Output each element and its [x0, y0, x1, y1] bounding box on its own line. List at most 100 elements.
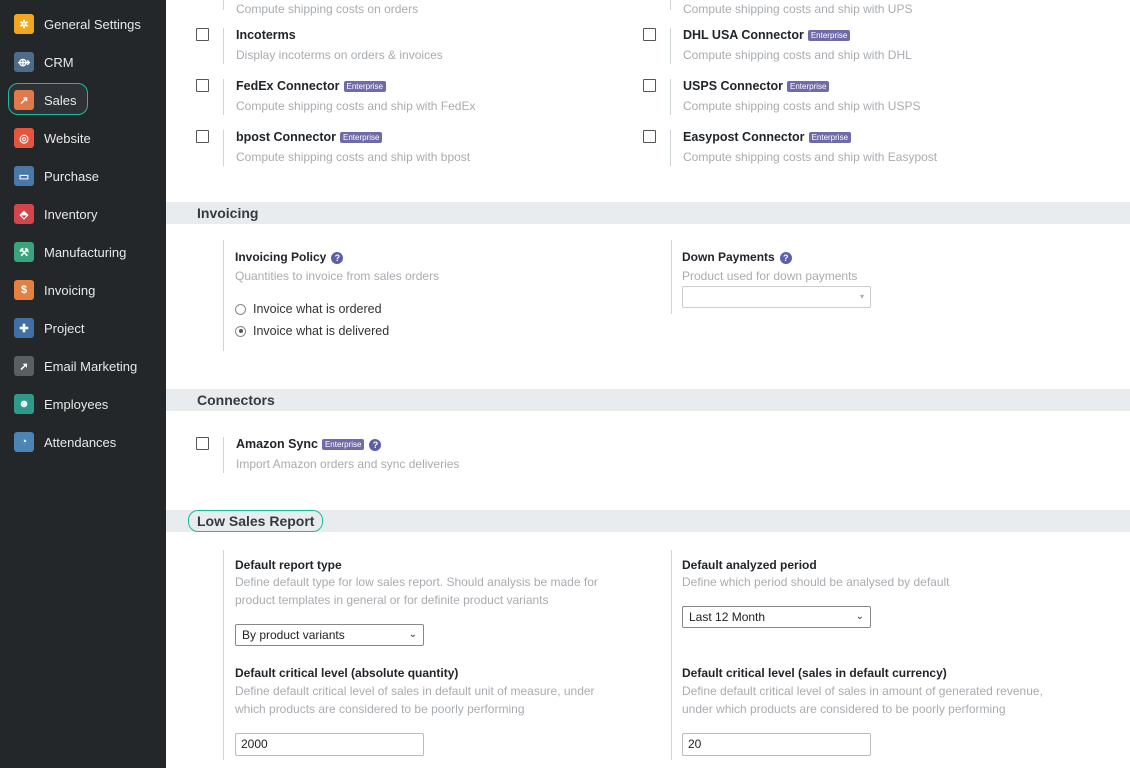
- sidebar-item-manufacturing[interactable]: ⚒ Manufacturing: [0, 234, 166, 270]
- caret-down-icon: ▾: [859, 292, 864, 301]
- enterprise-badge: Enterprise: [340, 132, 383, 143]
- critical-level-quantity-input[interactable]: 2000: [235, 733, 424, 756]
- help-icon[interactable]: ?: [779, 252, 792, 264]
- puzzle-icon: ✚: [14, 318, 34, 338]
- sidebar-item-project[interactable]: ✚ Project: [0, 310, 166, 346]
- sidebar-item-email-marketing[interactable]: ➚ Email Marketing: [0, 348, 166, 384]
- description-line: under which products are considered to b…: [682, 702, 1006, 716]
- box-icon: ⬘: [14, 204, 34, 224]
- critical-level-quantity-title: Default critical level (absolute quantit…: [235, 666, 459, 680]
- setting-divider: [671, 240, 672, 314]
- invoice-icon: $: [14, 280, 34, 300]
- users-icon: ☻: [14, 394, 34, 414]
- default-analyzed-period-select[interactable]: Last 12 Month ⌄: [682, 606, 871, 628]
- sidebar-item-purchase[interactable]: ▭ Purchase: [0, 158, 166, 194]
- critical-level-quantity-description: Define default critical level of sales i…: [235, 682, 595, 718]
- user-clock-icon: ◔: [14, 432, 34, 452]
- sidebar-item-inventory[interactable]: ⬘ Inventory: [0, 196, 166, 232]
- setting-description: Compute shipping costs and ship with USP…: [683, 99, 921, 113]
- sidebar-item-employees[interactable]: ☻ Employees: [0, 386, 166, 422]
- sidebar-item-website[interactable]: ◎ Website: [0, 120, 166, 156]
- select-value: By product variants: [242, 628, 345, 642]
- section-header-invoicing: Invoicing: [166, 202, 1130, 224]
- credit-card-icon: ▭: [14, 166, 34, 186]
- sidebar-item-label: Employees: [44, 396, 109, 412]
- bpost-checkbox[interactable]: [196, 130, 209, 143]
- easypost-checkbox[interactable]: [643, 130, 656, 143]
- sidebar-item-crm[interactable]: ⟴ CRM: [0, 44, 166, 80]
- setting-divider: [223, 79, 224, 115]
- radio-invoice-ordered[interactable]: Invoice what is ordered: [235, 302, 382, 316]
- enterprise-badge: Enterprise: [343, 81, 386, 92]
- description-line: Define default type for low sales report…: [235, 575, 598, 589]
- setting-divider: [671, 550, 672, 760]
- invoicing-policy-title: Invoicing Policy?: [235, 250, 344, 264]
- setting-divider: [223, 130, 224, 166]
- setting-title: FedEx Connector Enterprise: [236, 79, 386, 93]
- setting-title-text: Invoicing Policy: [235, 250, 327, 264]
- setting-description: Compute shipping costs and ship with DHL: [683, 48, 912, 62]
- sidebar-item-general-settings[interactable]: ✲ General Settings: [0, 6, 166, 42]
- section-title: Low Sales Report: [188, 510, 324, 532]
- critical-level-currency-description: Define default critical level of sales i…: [682, 682, 1043, 718]
- select-value: Last 12 Month: [689, 610, 766, 624]
- radio-invoice-delivered[interactable]: Invoice what is delivered: [235, 324, 389, 338]
- chart-line-icon: ↗: [14, 90, 34, 110]
- sidebar-item-sales[interactable]: ↗ Sales: [0, 82, 166, 118]
- setting-title: USPS Connector Enterprise: [683, 79, 830, 93]
- default-report-type-select[interactable]: By product variants ⌄: [235, 624, 424, 646]
- setting-title: Amazon Sync Enterprise?: [236, 437, 382, 451]
- section-title: Invoicing: [197, 205, 259, 221]
- section-header-low-sales-report: Low Sales Report: [166, 510, 1130, 532]
- apps-sidebar: ✲ General Settings ⟴ CRM ↗ Sales ◎ Websi…: [0, 0, 166, 768]
- setting-description: Display incoterms on orders & invoices: [236, 48, 443, 62]
- default-analyzed-period-description: Define which period should be analysed b…: [682, 575, 950, 589]
- setting-divider: [223, 0, 224, 10]
- dhl-checkbox[interactable]: [643, 28, 656, 41]
- setting-description: Compute shipping costs and ship with Fed…: [236, 99, 476, 113]
- description-line: Define default critical level of sales i…: [682, 684, 1043, 698]
- setting-title-text: bpost Connector: [236, 130, 336, 144]
- setting-title-text: FedEx Connector: [236, 79, 340, 93]
- setting-divider: [670, 130, 671, 166]
- description-line: product templates in general or for defi…: [235, 593, 549, 607]
- radio-button[interactable]: [235, 303, 246, 315]
- help-icon[interactable]: ?: [331, 252, 344, 264]
- enterprise-badge: Enterprise: [321, 439, 365, 450]
- sidebar-item-invoicing[interactable]: $ Invoicing: [0, 272, 166, 308]
- setting-divider: [670, 0, 671, 10]
- sidebar-item-attendances[interactable]: ◔ Attendances: [0, 424, 166, 460]
- critical-level-currency-input[interactable]: 20: [682, 733, 871, 756]
- enterprise-badge: Enterprise: [787, 81, 830, 92]
- default-analyzed-period-title: Default analyzed period: [682, 558, 817, 572]
- section-header-connectors: Connectors: [166, 389, 1130, 411]
- setting-title-text: Down Payments: [682, 250, 775, 264]
- sidebar-item-label: Purchase: [44, 168, 99, 184]
- sidebar-item-label: Email Marketing: [44, 358, 138, 374]
- setting-description: Import Amazon orders and sync deliveries: [236, 457, 460, 471]
- help-icon[interactable]: ?: [369, 439, 382, 451]
- setting-title-text: Amazon Sync: [236, 437, 318, 451]
- amazon-sync-checkbox[interactable]: [196, 437, 209, 450]
- section-title: Connectors: [197, 392, 275, 408]
- setting-title: DHL USA Connector Enterprise: [683, 28, 851, 42]
- enterprise-badge: Enterprise: [807, 30, 851, 41]
- usps-checkbox[interactable]: [643, 79, 656, 92]
- radio-button[interactable]: [235, 325, 246, 337]
- radio-label: Invoice what is ordered: [253, 302, 382, 316]
- sidebar-item-label: Manufacturing: [44, 244, 127, 260]
- enterprise-badge: Enterprise: [808, 132, 852, 143]
- sidebar-item-label: Inventory: [44, 206, 98, 222]
- fedex-checkbox[interactable]: [196, 79, 209, 92]
- sidebar-item-label: Invoicing: [44, 282, 96, 298]
- incoterms-checkbox[interactable]: [196, 28, 209, 41]
- setting-title: Incoterms: [236, 28, 296, 42]
- down-payment-product-select[interactable]: ▾: [682, 286, 871, 308]
- wrench-icon: ⚒: [14, 242, 34, 262]
- default-report-type-description: Define default type for low sales report…: [235, 573, 598, 609]
- setting-divider: [223, 240, 224, 351]
- sidebar-item-label: CRM: [44, 54, 74, 70]
- chevron-down-icon: ⌄: [408, 629, 417, 640]
- sidebar-item-label: Project: [44, 320, 85, 336]
- setting-divider: [223, 28, 224, 64]
